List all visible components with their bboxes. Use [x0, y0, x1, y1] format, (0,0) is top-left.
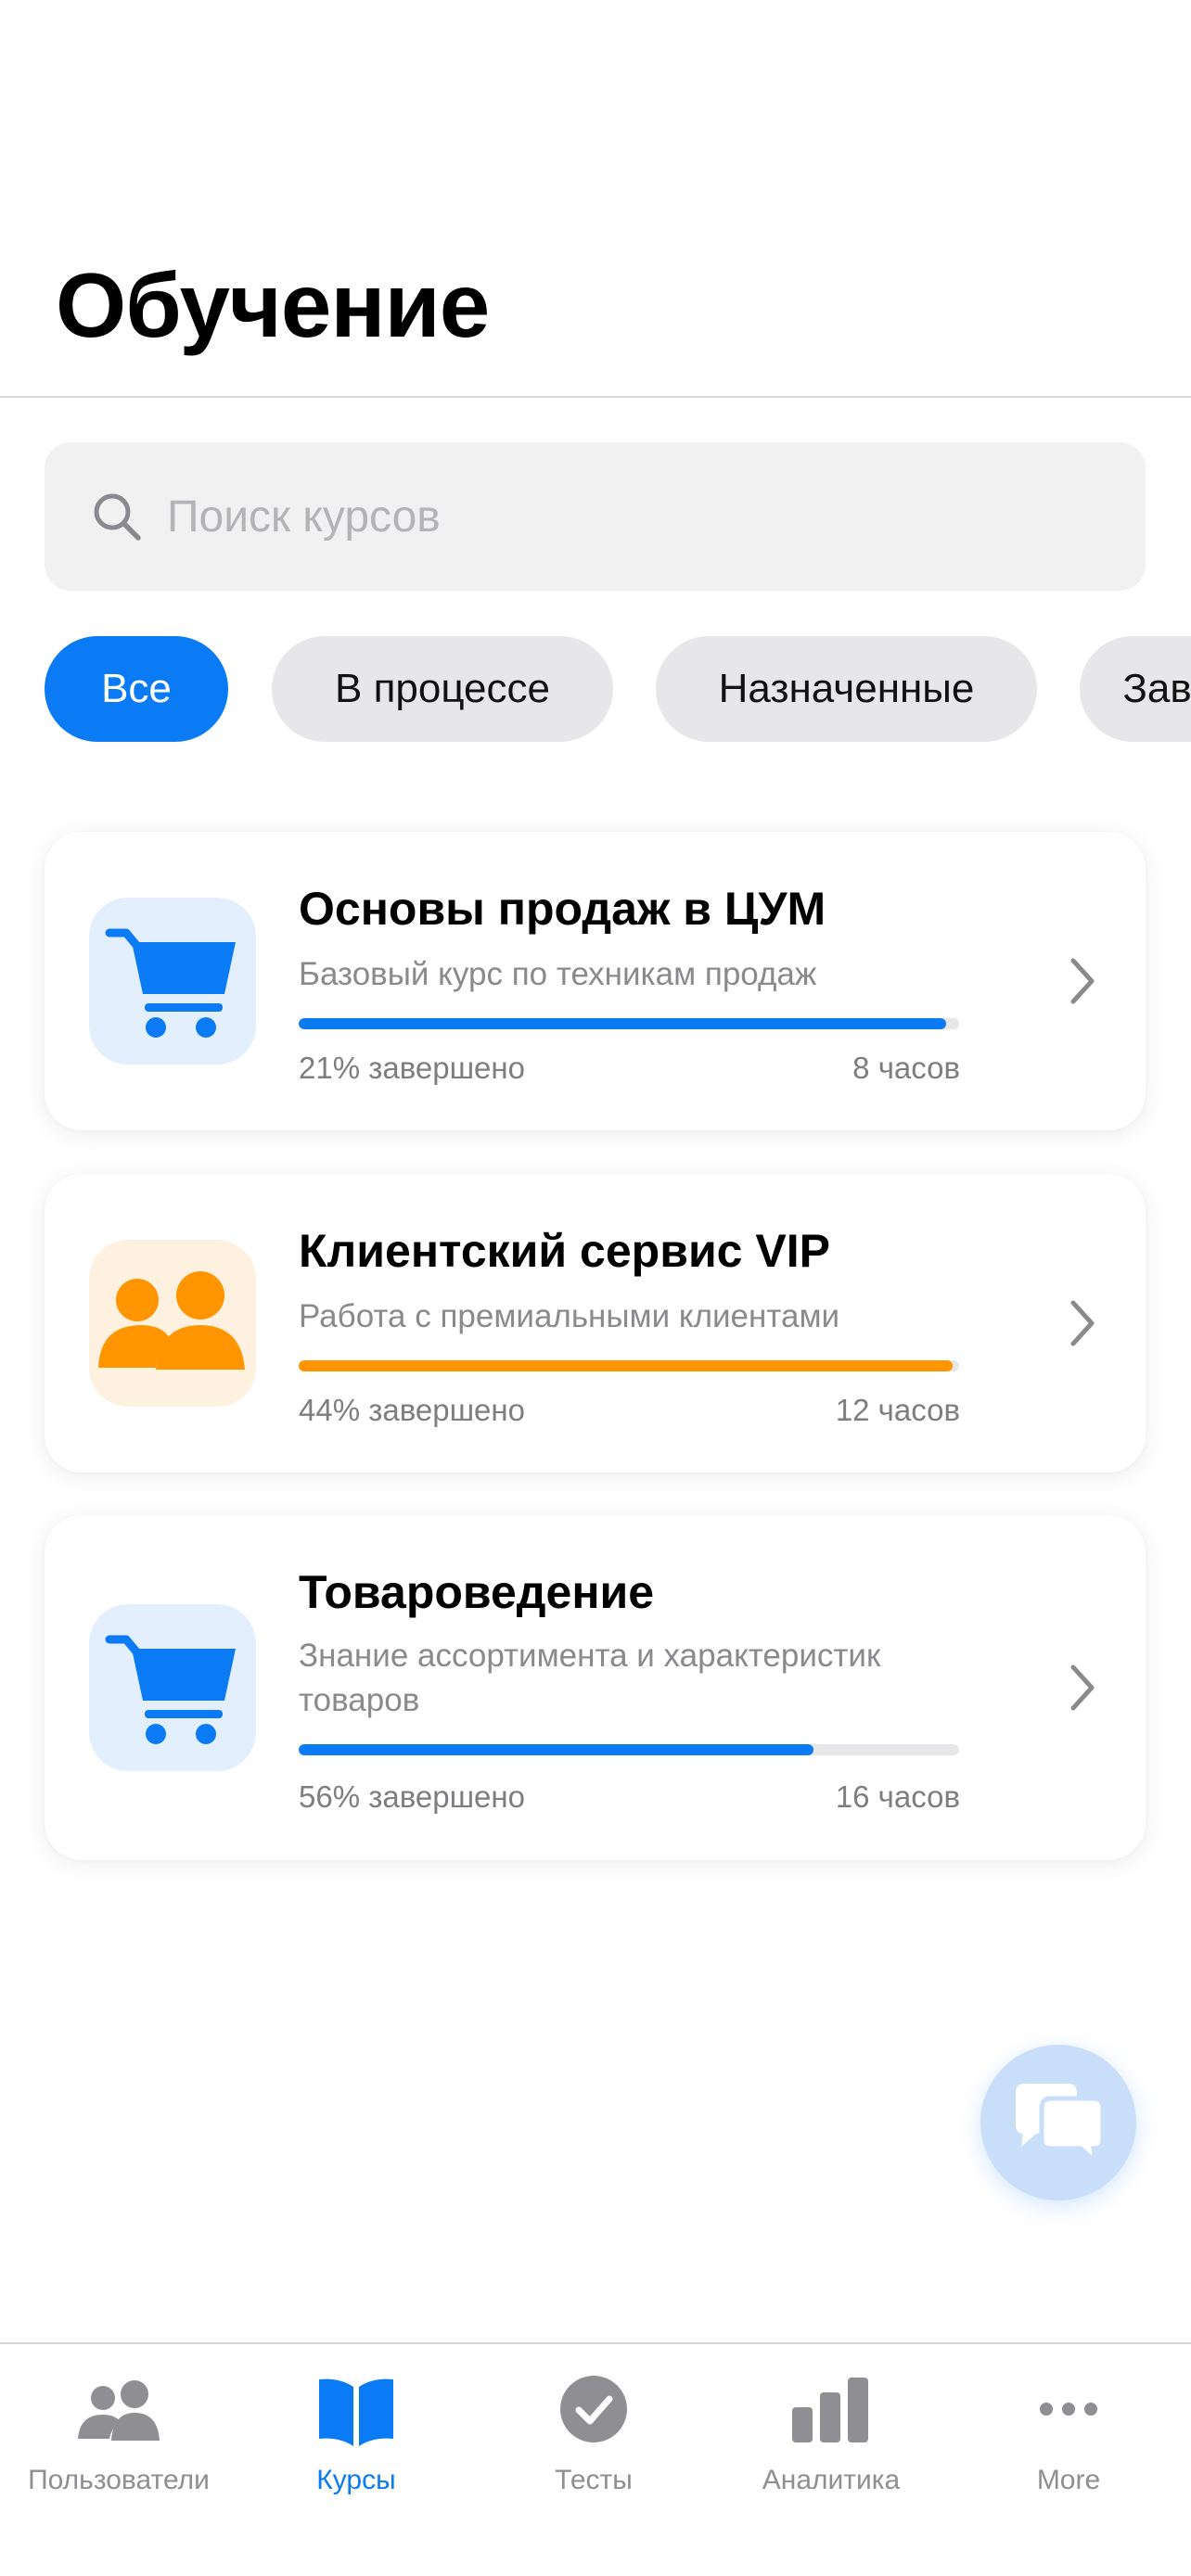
tab-tests[interactable]: Тесты [475, 2361, 712, 2509]
tab-bar-divider [0, 2342, 1191, 2344]
progress-bar [299, 1360, 959, 1371]
tab-label: Аналитика [762, 2465, 901, 2495]
progress-bar [299, 1744, 959, 1755]
chevron-right-icon [1070, 1664, 1095, 1711]
course-title: Основы продаж в ЦУМ [299, 883, 826, 935]
filter-chips: Все В процессе Назначенные Завершенные [0, 636, 1191, 744]
tab-bar: Пользователи Курсы Тесты Аналитика More [0, 2342, 1191, 2576]
filter-chip-all[interactable]: Все [45, 636, 228, 742]
search-input[interactable]: Поиск курсов [167, 491, 441, 542]
progress-fill [299, 1744, 814, 1755]
course-description: Работа с премиальными клиентами [299, 1298, 840, 1334]
people-icon [98, 1271, 245, 1370]
search-icon [94, 493, 141, 541]
course-progress-label: 44% завершено [299, 1393, 525, 1427]
chat-button[interactable] [980, 2045, 1136, 2200]
users-icon [78, 2380, 160, 2441]
course-title: Клиентский сервис VIP [299, 1225, 830, 1277]
more-dots-icon [1040, 2403, 1097, 2416]
tab-label: Тесты [555, 2465, 633, 2495]
chat-bubbles-icon [1016, 2084, 1106, 2168]
search-field[interactable]: Поиск курсов [45, 442, 1146, 591]
cart-icon [105, 928, 236, 1038]
tab-analytics[interactable]: Аналитика [712, 2361, 950, 2509]
tab-more[interactable]: More [950, 2361, 1187, 2509]
progress-fill [299, 1360, 953, 1371]
filter-chip-assigned[interactable]: Назначенные [656, 636, 1037, 742]
tab-label: More [1036, 2465, 1101, 2495]
cart-icon [105, 1635, 236, 1744]
checkmark-circle-icon [560, 2376, 627, 2442]
header-divider [0, 396, 1191, 398]
filter-chip-in-progress[interactable]: В процессе [272, 636, 613, 742]
tab-label: Курсы [316, 2465, 396, 2495]
course-icon-tile [89, 1240, 256, 1407]
book-icon [319, 2378, 393, 2446]
course-icon-tile [89, 1604, 256, 1771]
course-description: Базовый курс по техникам продаж [299, 956, 817, 992]
course-progress-label: 56% завершено [299, 1779, 525, 1814]
course-duration: 12 часов [835, 1393, 960, 1427]
course-card[interactable]: Товароведение Знание ассортимента и хара… [45, 1515, 1146, 1860]
filter-chip-completed[interactable]: Завершенные [1080, 636, 1191, 742]
course-progress-label: 21% завершено [299, 1051, 525, 1085]
course-icon-tile [89, 898, 256, 1065]
tab-label: Пользователи [28, 2465, 210, 2495]
course-description: Знание ассортимента и характеристик това… [299, 1638, 881, 1718]
page-title: Обучение [56, 254, 490, 356]
progress-bar [299, 1018, 959, 1029]
bar-chart-icon [792, 2378, 868, 2442]
tab-courses[interactable]: Курсы [237, 2361, 475, 2509]
progress-fill [299, 1018, 946, 1029]
course-title: Товароведение [299, 1566, 655, 1618]
course-duration: 16 часов [835, 1779, 960, 1814]
course-card[interactable]: Основы продаж в ЦУМ Базовый курс по техн… [45, 832, 1146, 1130]
chevron-right-icon [1070, 1300, 1095, 1346]
tab-users[interactable]: Пользователи [0, 2361, 237, 2509]
course-card[interactable]: Клиентский сервис VIP Работа с премиальн… [45, 1174, 1146, 1473]
chevron-right-icon [1070, 958, 1095, 1004]
course-duration: 8 часов [852, 1051, 960, 1085]
